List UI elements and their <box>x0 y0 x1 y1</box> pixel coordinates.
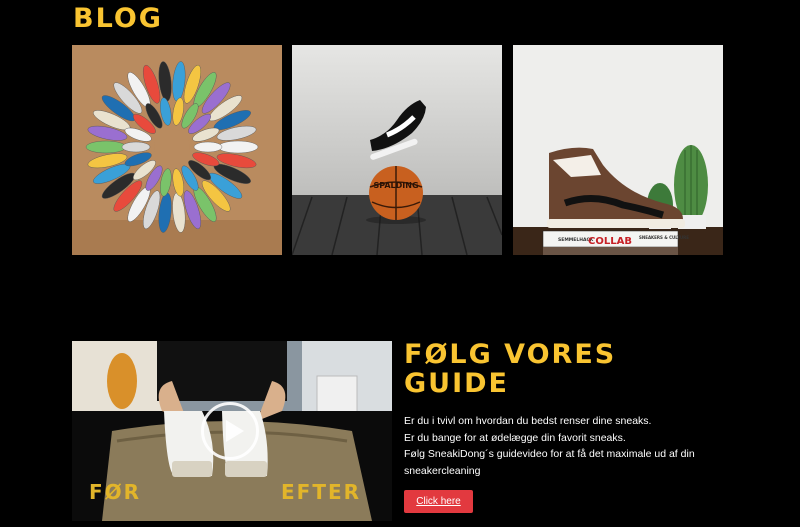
guide-heading-line1: FØLG VORES <box>404 339 617 370</box>
guide-line: Følg SneakiDong´s guidevideo for at få d… <box>404 448 695 477</box>
before-label: FØR <box>89 480 142 504</box>
spalding-label: SPALDING <box>373 181 418 190</box>
blog-post-sneaker-circle[interactable] <box>72 45 282 255</box>
guide-line: Er du bange for at ødelægge din favorit … <box>404 431 626 444</box>
blog-post-shoe-ball[interactable]: SPALDING <box>292 45 502 255</box>
blog-heading: BLOG <box>73 3 163 34</box>
play-icon[interactable] <box>201 402 259 460</box>
guide-description: Er du i tvivl om hvordan du bedst renser… <box>404 413 704 479</box>
blog-post-jordan-collab[interactable]: SEMMELHACK COLLAB SNEAKERS & CULTURE <box>513 45 723 255</box>
click-here-button[interactable]: Click here <box>404 490 473 513</box>
book-subtitle: SNEAKERS & CULTURE <box>639 235 689 240</box>
book-title: COLLAB <box>588 236 632 247</box>
jordan-collab-image: SEMMELHACK COLLAB SNEAKERS & CULTURE <box>513 45 723 255</box>
sneaker-circle-image <box>72 45 282 255</box>
guide-heading-line2: GUIDE <box>404 368 509 399</box>
guide-heading: FØLG VORES GUIDE <box>404 340 704 398</box>
guide-line: Er du i tvivl om hvordan du bedst renser… <box>404 415 652 427</box>
shoe-ball-image: SPALDING <box>292 45 502 255</box>
after-label: EFTER <box>281 480 362 504</box>
